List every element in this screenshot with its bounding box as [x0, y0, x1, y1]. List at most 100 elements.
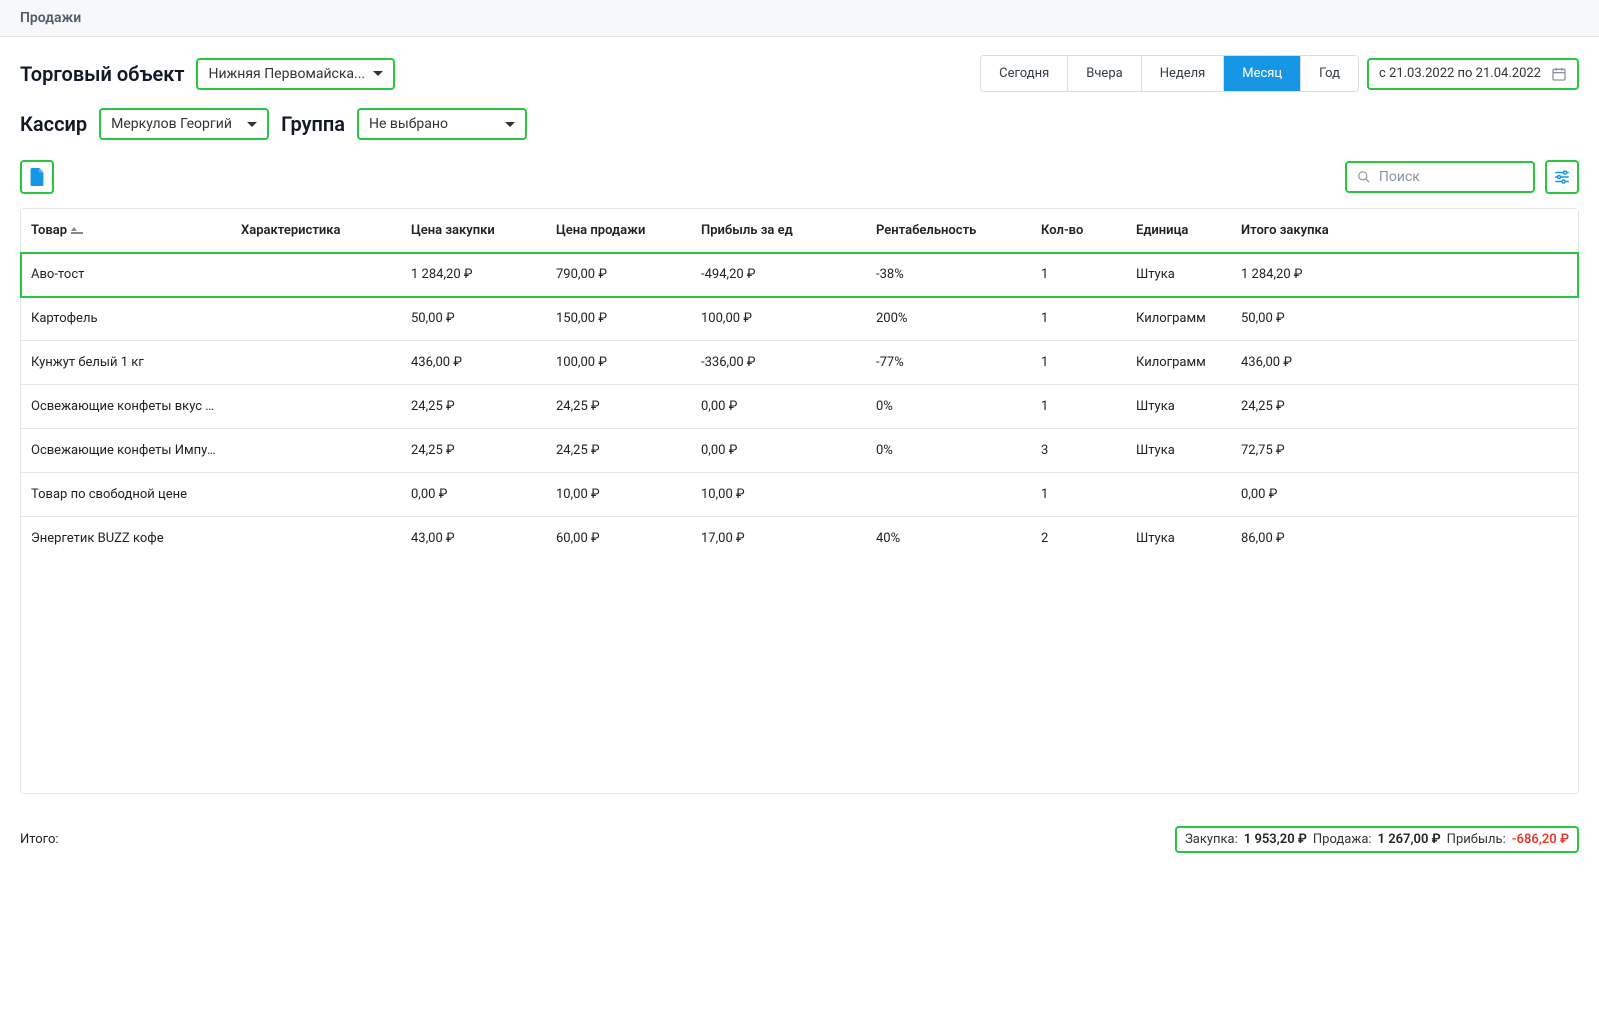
object-label: Торговый объект	[20, 62, 184, 86]
cell: Килограмм	[1126, 297, 1231, 340]
cell	[231, 517, 401, 560]
search-input[interactable]	[1379, 169, 1523, 185]
cell	[231, 253, 401, 296]
column-header-5[interactable]: Рентабельность	[866, 209, 1031, 252]
cell: 24,25 ₽	[401, 429, 546, 472]
cell: 1	[1031, 253, 1126, 296]
cell: 200%	[866, 297, 1031, 340]
cell: Штука	[1126, 385, 1231, 428]
cell: 60,00 ₽	[546, 517, 691, 560]
object-select-value: Нижняя Первомайска...	[208, 66, 365, 82]
cell: 1	[1031, 473, 1126, 516]
cell: 50,00 ₽	[1231, 297, 1356, 340]
cell: 24,25 ₽	[401, 385, 546, 428]
cell: 0%	[866, 385, 1031, 428]
group-select-value: Не выбрано	[369, 116, 448, 132]
column-header-6[interactable]: Кол-во	[1031, 209, 1126, 252]
horizontal-scrollbar[interactable]	[20, 800, 1579, 816]
column-header-7[interactable]: Единица	[1126, 209, 1231, 252]
period-tab-0[interactable]: Сегодня	[981, 56, 1068, 91]
table-row[interactable]: Освежающие конфеты вкус ма...24,25 ₽24,2…	[21, 385, 1578, 429]
cell	[231, 385, 401, 428]
table-row[interactable]: Картофель50,00 ₽150,00 ₽100,00 ₽200%1Кил…	[21, 297, 1578, 341]
cell: Штука	[1126, 253, 1231, 296]
total-purchase-label: Закупка:	[1185, 832, 1238, 847]
cell: -77%	[866, 341, 1031, 384]
cell: 100,00 ₽	[546, 341, 691, 384]
column-header-1[interactable]: Характеристика	[231, 209, 401, 252]
cell	[231, 297, 401, 340]
cell: 10,00 ₽	[546, 473, 691, 516]
cell: 24,25 ₽	[546, 429, 691, 472]
search-input-wrapper[interactable]	[1345, 161, 1535, 193]
column-header-0[interactable]: Товар	[21, 209, 231, 252]
cell	[231, 429, 401, 472]
document-export-icon	[29, 168, 45, 186]
object-select[interactable]: Нижняя Первомайска...	[196, 58, 395, 90]
table-row[interactable]: Энергетик BUZZ кофе43,00 ₽60,00 ₽17,00 ₽…	[21, 517, 1578, 560]
sort-icon	[71, 227, 83, 234]
table-row[interactable]: Кунжут белый 1 кг436,00 ₽100,00 ₽-336,00…	[21, 341, 1578, 385]
cell: 1	[1031, 385, 1126, 428]
cell	[1126, 473, 1231, 516]
column-header-4[interactable]: Прибыль за ед	[691, 209, 866, 252]
period-tab-1[interactable]: Вчера	[1068, 56, 1141, 91]
column-header-8[interactable]: Итого закупка	[1231, 209, 1356, 252]
cashier-label: Кассир	[20, 112, 87, 136]
cell: 86,00 ₽	[1231, 517, 1356, 560]
table-row[interactable]: Товар по свободной цене0,00 ₽10,00 ₽10,0…	[21, 473, 1578, 517]
column-header-3[interactable]: Цена продажи	[546, 209, 691, 252]
period-tab-4[interactable]: Год	[1301, 56, 1358, 91]
search-icon	[1357, 169, 1371, 185]
table-row[interactable]: Аво-тост1 284,20 ₽790,00 ₽-494,20 ₽-38%1…	[21, 253, 1578, 297]
cell: Товар по свободной цене	[21, 473, 231, 516]
cell: Кунжут белый 1 кг	[21, 341, 231, 384]
cell: 50,00 ₽	[401, 297, 546, 340]
cell: Энергетик BUZZ кофе	[21, 517, 231, 560]
table-row[interactable]: Освежающие конфеты Импульс24,25 ₽24,25 ₽…	[21, 429, 1578, 473]
chevron-down-icon	[505, 122, 515, 127]
cell: Штука	[1126, 517, 1231, 560]
cell: 0%	[866, 429, 1031, 472]
cell: 72,75 ₽	[1231, 429, 1356, 472]
cell: 3	[1031, 429, 1126, 472]
cell: Аво-тост	[21, 253, 231, 296]
total-profit-label: Прибыль:	[1447, 832, 1506, 847]
sales-table: ТоварХарактеристикаЦена закупкиЦена прод…	[20, 208, 1579, 794]
cashier-select[interactable]: Меркулов Георгий	[99, 108, 269, 140]
totals-summary: Закупка: 1 953,20 ₽ Продажа: 1 267,00 ₽ …	[1175, 826, 1579, 853]
cell: 0,00 ₽	[691, 429, 866, 472]
total-purchase-value: 1 953,20 ₽	[1244, 832, 1307, 847]
cell: Штука	[1126, 429, 1231, 472]
chevron-down-icon	[373, 71, 383, 76]
period-tab-3[interactable]: Месяц	[1224, 56, 1301, 91]
cell: 0,00 ₽	[1231, 473, 1356, 516]
cell	[866, 473, 1031, 516]
column-header-2[interactable]: Цена закупки	[401, 209, 546, 252]
calendar-icon	[1551, 66, 1567, 82]
cell	[231, 341, 401, 384]
chevron-down-icon	[247, 122, 257, 127]
cell: 40%	[866, 517, 1031, 560]
cashier-select-value: Меркулов Георгий	[111, 116, 232, 132]
filter-settings-button[interactable]	[1545, 160, 1579, 194]
period-tab-2[interactable]: Неделя	[1142, 56, 1225, 91]
cell: 10,00 ₽	[691, 473, 866, 516]
cell: 2	[1031, 517, 1126, 560]
page-title: Продажи	[20, 10, 1579, 26]
cell: 24,25 ₽	[1231, 385, 1356, 428]
total-profit-value: -686,20 ₽	[1512, 832, 1569, 847]
date-range-picker[interactable]: с 21.03.2022 по 21.04.2022	[1367, 58, 1579, 90]
cell	[231, 473, 401, 516]
cell: 0,00 ₽	[401, 473, 546, 516]
date-range-text: с 21.03.2022 по 21.04.2022	[1379, 66, 1541, 81]
cell: 0,00 ₽	[691, 385, 866, 428]
sliders-icon	[1553, 168, 1571, 186]
table-header-row: ТоварХарактеристикаЦена закупкиЦена прод…	[21, 209, 1578, 253]
group-select[interactable]: Не выбрано	[357, 108, 527, 140]
cell: 1	[1031, 341, 1126, 384]
export-button[interactable]	[20, 160, 54, 194]
cell: 150,00 ₽	[546, 297, 691, 340]
cell: Килограмм	[1126, 341, 1231, 384]
total-label: Итого:	[20, 832, 59, 847]
